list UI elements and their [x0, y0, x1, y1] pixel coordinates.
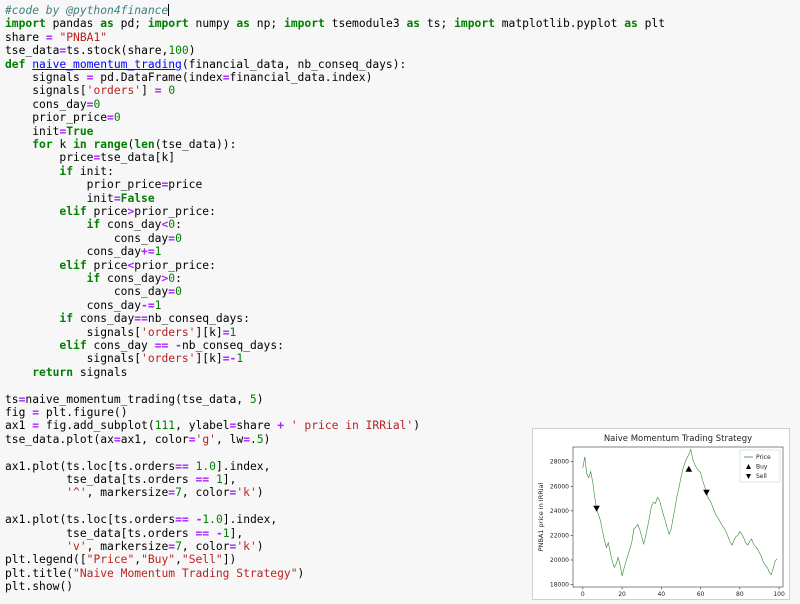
code-line: elif cons_day == -nb_conseq_days: — [59, 339, 284, 352]
code-line: cons_day-=1 — [86, 298, 162, 312]
code-line: if cons_day==nb_conseq_days: — [59, 312, 250, 326]
code-line: signals['orders'][k]=-1 — [86, 352, 244, 366]
code-line: tse_data.plot(ax=ax1, color='g', lw=.5) — [5, 432, 271, 446]
legend-label: Buy — [756, 464, 768, 471]
buy-marker — [685, 465, 693, 472]
code-line: plt.title("Naive Momentum Trading Strate… — [5, 566, 305, 580]
code-line: return signals — [32, 365, 128, 379]
legend-label: Sell — [756, 473, 767, 480]
code-line: signals['orders'] = 0 — [32, 84, 176, 98]
legend-label: Price — [756, 454, 771, 461]
code-line: if cons_day>0: — [86, 272, 182, 285]
code-line: elif price>prior_price: — [59, 205, 216, 218]
text-cursor — [168, 4, 170, 16]
x-tick-label: 20 — [618, 591, 626, 598]
code-line: cons_day=0 — [32, 97, 101, 111]
code-line: cons_day=0 — [113, 285, 182, 299]
code-line: signals = pd.DataFrame(index=financial_d… — [32, 71, 373, 84]
code-line: signals['orders'][k]=1 — [86, 325, 237, 339]
code-line: fig = plt.figure() — [5, 406, 128, 419]
code-line: 'v', markersize=7, color='k') — [66, 540, 264, 553]
code-line: if cons_day<0: — [86, 218, 182, 232]
code-line: def naive_momentum_trading(financial_dat… — [5, 57, 407, 71]
code-line: ax1.plot(ts.loc[ts.orders== -1.0].index, — [5, 513, 278, 527]
code-line: plt.legend(["Price","Buy","Sell"]) — [5, 553, 237, 567]
code-line: #code by @python4finance — [5, 4, 170, 17]
code-line: cons_day=0 — [113, 231, 182, 245]
y-tick-label: 28000 — [550, 459, 569, 466]
code-line: '^', markersize=7, color='k') — [66, 486, 264, 500]
code-line: price=tse_data[k] — [59, 151, 176, 165]
y-tick-label: 22000 — [550, 532, 569, 539]
code-line: cons_day+=1 — [86, 245, 162, 259]
code-line: for k in range(len(tse_data)): — [32, 138, 237, 151]
momentum-chart: Naive Momentum Trading Strategy PNBA1 pri… — [537, 434, 785, 598]
y-tick-label: 26000 — [550, 483, 569, 490]
chart-figure: Naive Momentum Trading Strategy PNBA1 pri… — [532, 428, 790, 600]
y-axis-label: PNBA1 price in IRRial — [537, 482, 545, 551]
sell-marker — [703, 489, 710, 496]
code-line: if init: — [59, 164, 114, 178]
x-tick-label: 40 — [657, 591, 665, 598]
y-tick-label: 20000 — [550, 557, 569, 564]
code-line: tse_data=ts.stock(share,100) — [5, 44, 196, 58]
x-tick-label: 100 — [773, 591, 785, 598]
code-line: prior_price=price — [86, 178, 203, 192]
x-tick-label: 80 — [736, 591, 744, 598]
code-line: tse_data[ts.orders == -1], — [66, 526, 244, 540]
code-line: import pandas as pd; import numpy as np;… — [5, 17, 666, 31]
x-tick-label: 60 — [697, 591, 705, 598]
chart-title: Naive Momentum Trading Strategy — [604, 434, 752, 444]
code-line: ax1.plot(ts.loc[ts.orders== 1.0].index, — [5, 459, 271, 473]
code-line: elif price<prior_price: — [59, 258, 216, 272]
code-line: share = "PNBA1" — [5, 30, 108, 44]
x-tick-label: 0 — [581, 591, 585, 598]
code-line: prior_price=0 — [32, 111, 121, 125]
y-tick-label: 24000 — [550, 508, 569, 515]
code-line: init=False — [86, 191, 155, 205]
code-line: tse_data[ts.orders == 1], — [66, 473, 237, 486]
code-line: ts=naive_momentum_trading(tse_data, 5) — [5, 392, 264, 406]
code-line: ax1 = fig.add_subplot(111, ylabel=share … — [5, 419, 421, 433]
y-tick-label: 18000 — [550, 582, 569, 589]
code-line: init=True — [32, 124, 94, 138]
code-line: plt.show() — [5, 580, 74, 594]
sell-marker — [593, 505, 600, 512]
